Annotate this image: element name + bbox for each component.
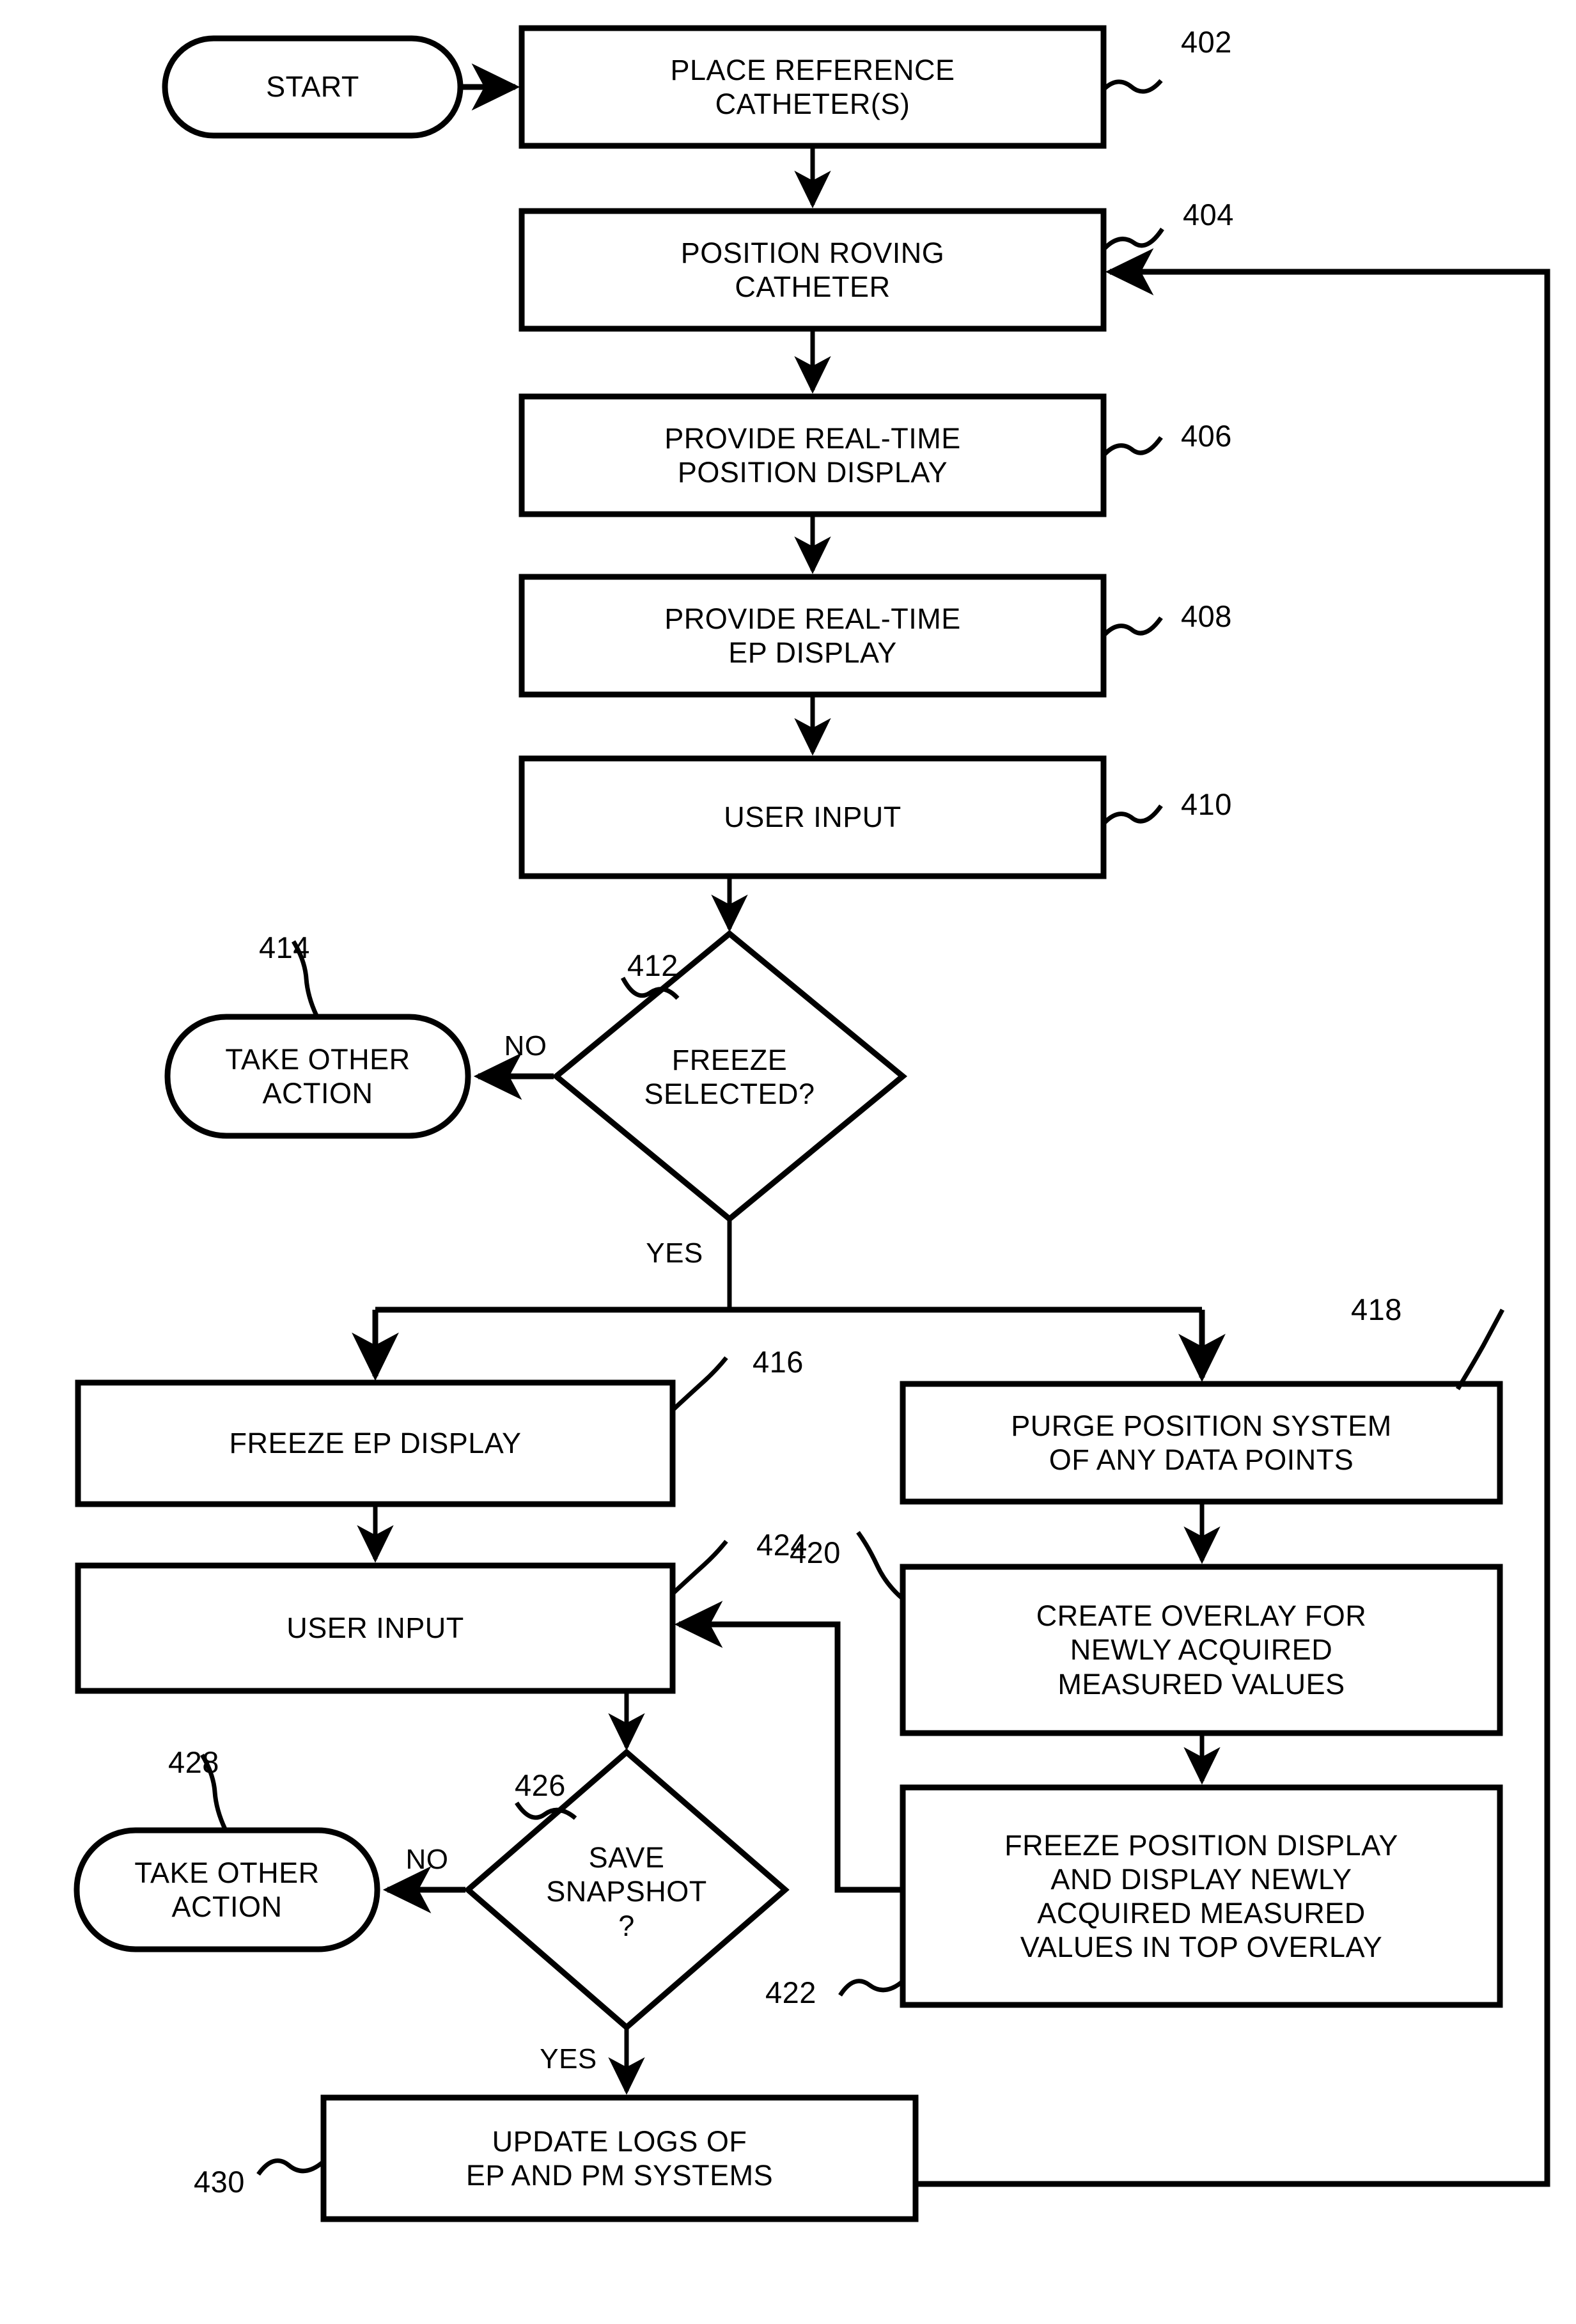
leader-422: [838, 1979, 905, 1997]
leader-418: [1456, 1308, 1505, 1390]
shape-424: [75, 1562, 676, 1694]
shape-422: [900, 1784, 1503, 2008]
shape-428: [74, 1827, 380, 1952]
leader-402: [1102, 79, 1163, 94]
shape-404: [519, 208, 1107, 332]
leader-420: [856, 1530, 905, 1601]
leader-408: [1102, 616, 1163, 638]
shape-414: [164, 1014, 471, 1139]
leader-414: [291, 940, 319, 1017]
shape-406: [519, 393, 1107, 517]
shape-426: [464, 1748, 790, 2031]
shape-418: [900, 1381, 1503, 1505]
shape-430: [320, 2094, 919, 2222]
leader-404: [1103, 228, 1164, 250]
shape-408: [519, 574, 1107, 698]
shape-402: [519, 25, 1107, 149]
leader-406: [1102, 436, 1163, 457]
shape-416: [75, 1379, 676, 1507]
leader-416: [671, 1356, 728, 1412]
shape-420: [900, 1564, 1503, 1736]
leader-430: [256, 2158, 325, 2176]
leader-424: [671, 1539, 728, 1596]
flowchart-canvas: START PLACE REFERENCE CATHETER(S) 402 PO…: [0, 0, 1576, 2324]
shape-start: [162, 35, 464, 139]
leader-428: [199, 1754, 228, 1830]
shape-412: [551, 930, 908, 1223]
flowchart-vector-layer: [74, 25, 1550, 2222]
leader-410: [1102, 804, 1163, 826]
shape-410: [519, 755, 1107, 879]
